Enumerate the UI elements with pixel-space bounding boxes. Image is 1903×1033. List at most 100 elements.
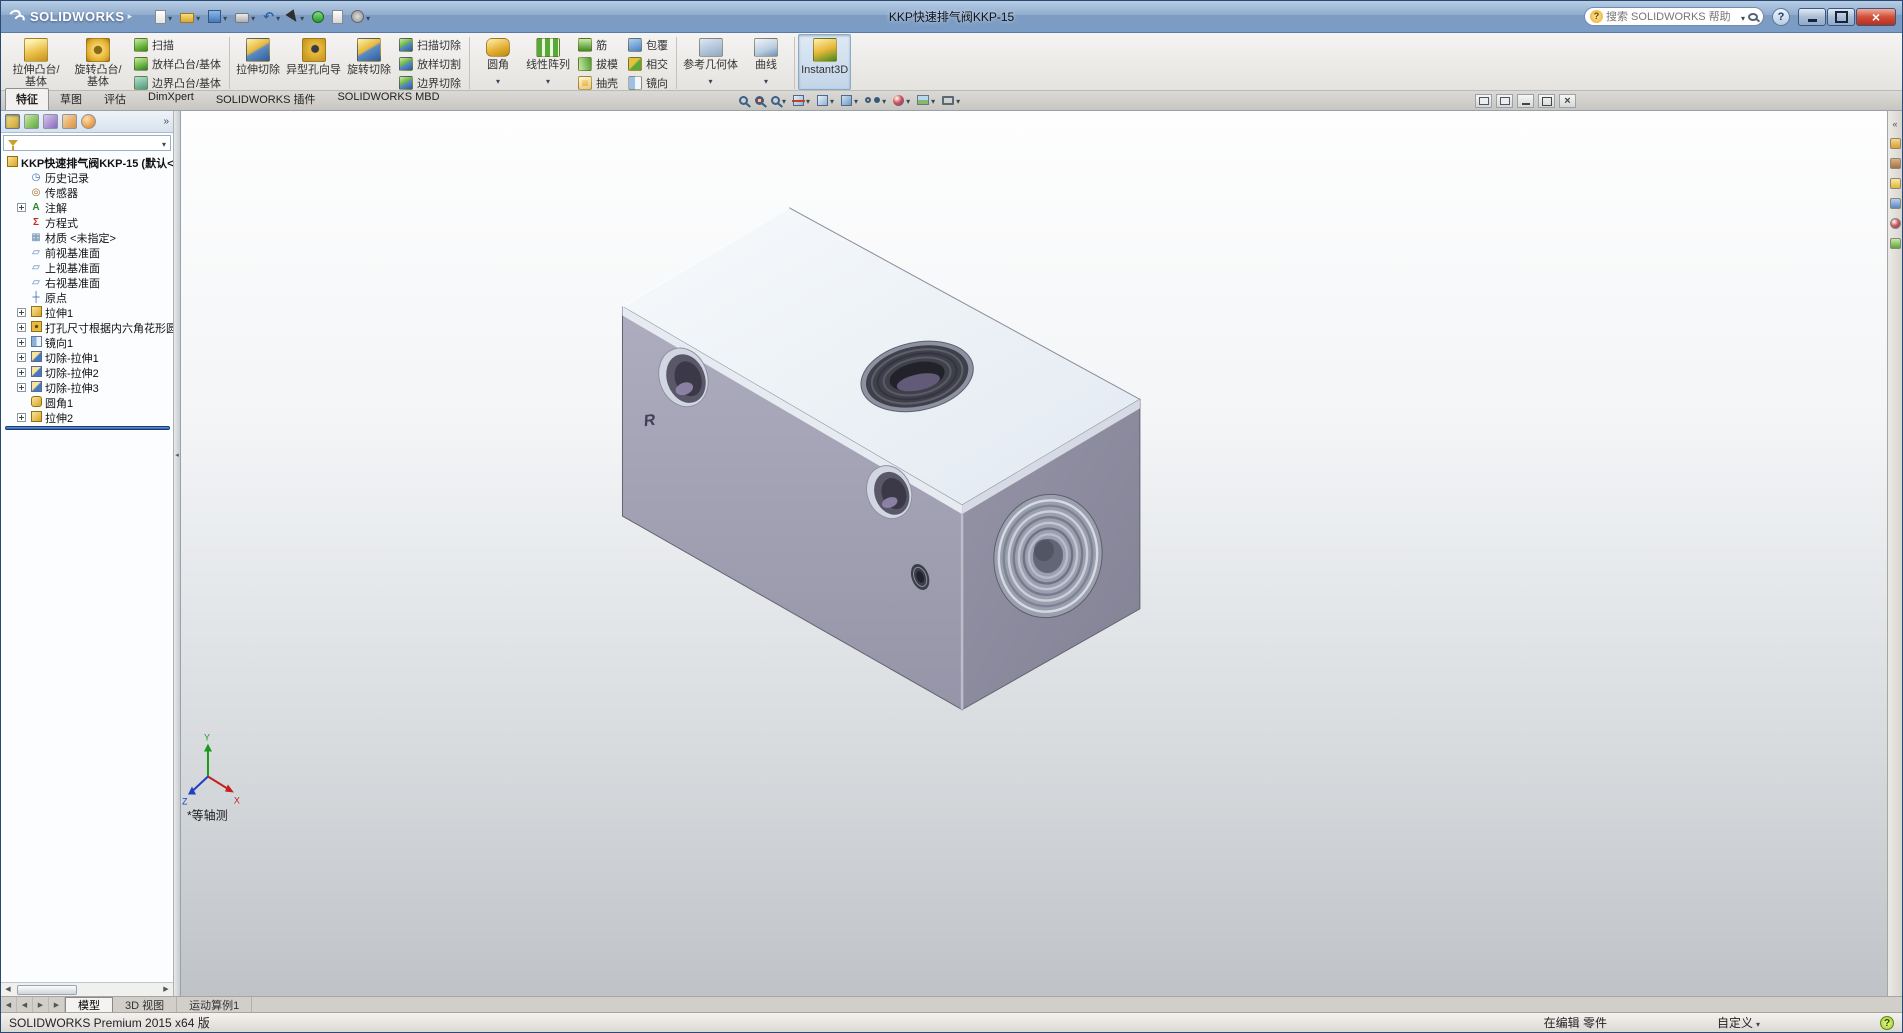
dropdown-arrow-icon[interactable] xyxy=(366,8,370,26)
solidworks-menu-logo[interactable]: SOLIDWORKS ▸ xyxy=(7,7,138,26)
linear-pattern-button[interactable]: 线性阵列 xyxy=(523,34,573,90)
view-orientation-button[interactable] xyxy=(817,91,834,109)
status-custom-selector[interactable]: 自定义 xyxy=(1717,1014,1760,1031)
appearances-icon[interactable] xyxy=(1890,218,1901,229)
tree-item[interactable]: 圆角1 xyxy=(3,395,173,410)
undo-button[interactable] xyxy=(260,6,283,28)
apply-scene-dropdown-arrow[interactable] xyxy=(931,91,935,109)
tree-item[interactable]: 前视基准面 xyxy=(3,245,173,260)
hide-show-items-button[interactable] xyxy=(865,91,886,109)
print-button[interactable] xyxy=(232,6,258,28)
dropdown-arrow-icon[interactable] xyxy=(764,71,768,89)
3d-model[interactable]: R xyxy=(622,208,1139,710)
rebuild-button[interactable] xyxy=(309,9,327,25)
apply-scene-button[interactable] xyxy=(917,91,935,109)
dropdown-arrow-icon[interactable] xyxy=(546,71,550,89)
next-window-button[interactable] xyxy=(1496,94,1513,108)
status-help-icon[interactable] xyxy=(1880,1016,1894,1030)
panel-tabs-overflow-icon[interactable] xyxy=(163,116,169,127)
bottom-tab[interactable]: 运动算例1 xyxy=(177,997,252,1012)
edit-appearance-button[interactable] xyxy=(893,91,910,109)
search-box[interactable] xyxy=(1584,7,1764,26)
help-button[interactable] xyxy=(1772,8,1790,26)
menu-expand-arrow-icon[interactable]: ▸ xyxy=(128,11,133,22)
loft-button[interactable]: 放样凸台/基体 xyxy=(129,55,226,73)
dropdown-arrow-icon[interactable] xyxy=(168,8,172,26)
tree-item[interactable]: 方程式 xyxy=(3,215,173,230)
revolved-cut-button[interactable]: 旋转切除 xyxy=(344,34,394,90)
zoom-fit-button[interactable] xyxy=(739,96,748,105)
extrude-boss-button[interactable]: 拉伸凸台/基体 xyxy=(5,34,67,90)
dimxpertmanager-tab[interactable] xyxy=(62,114,77,129)
scrollbar-thumb[interactable] xyxy=(17,985,77,995)
close-button[interactable] xyxy=(1856,8,1896,26)
configurationmanager-tab[interactable] xyxy=(43,114,58,129)
shell-button[interactable]: 抽壳 xyxy=(573,74,623,92)
dropdown-arrow-icon[interactable] xyxy=(223,8,227,26)
custom-properties-icon[interactable] xyxy=(1890,238,1901,249)
reference-geometry-button[interactable]: 参考几何体 xyxy=(680,34,741,90)
zoom-area-button[interactable] xyxy=(755,96,764,105)
feature-tree-root[interactable]: KKP快速排气阀KKP-15 (默认<<- xyxy=(3,155,173,170)
display-style-dropdown-arrow[interactable] xyxy=(854,91,858,109)
command-tab[interactable]: 草图 xyxy=(49,88,93,110)
view-settings-button[interactable] xyxy=(942,91,960,109)
options-button[interactable] xyxy=(348,6,373,28)
new-button[interactable] xyxy=(152,6,175,28)
fillet-button[interactable]: 圆角 xyxy=(473,34,523,90)
tree-item[interactable]: 拉伸1 xyxy=(3,305,173,320)
hole-wizard-button[interactable]: 异型孔向导 xyxy=(283,34,344,90)
file-properties-button[interactable] xyxy=(329,8,346,26)
command-tab[interactable]: 评估 xyxy=(93,88,137,110)
select-button[interactable] xyxy=(285,6,307,28)
resources-icon[interactable] xyxy=(1890,138,1901,149)
dropdown-arrow-icon[interactable] xyxy=(709,71,713,89)
graphics-viewport[interactable]: R Y X Z *等轴测 xyxy=(181,111,1887,996)
tree-item[interactable]: 拉伸2 xyxy=(3,410,173,425)
search-icon[interactable] xyxy=(1748,13,1758,21)
draft-button[interactable]: 拔模 xyxy=(573,55,623,73)
mirror-button[interactable]: 镜向 xyxy=(623,74,673,92)
sweep-button[interactable]: 扫描 xyxy=(129,36,226,54)
restore-document-button[interactable] xyxy=(1538,94,1555,108)
task-pane-expand-icon[interactable] xyxy=(1892,119,1897,129)
tab-scroll-prev-button[interactable] xyxy=(17,997,33,1012)
minimize-button[interactable] xyxy=(1798,8,1826,26)
edit-appearance-dropdown-arrow[interactable] xyxy=(906,91,910,109)
expand-toggle[interactable] xyxy=(17,383,26,392)
display-style-button[interactable] xyxy=(841,91,858,109)
command-tab[interactable]: SOLIDWORKS 插件 xyxy=(205,88,327,110)
previous-window-button[interactable] xyxy=(1475,94,1492,108)
bottom-tab[interactable]: 模型 xyxy=(65,997,113,1012)
section-view-dropdown-arrow[interactable] xyxy=(806,91,810,109)
orientation-triad[interactable]: Y X Z xyxy=(182,733,240,807)
wrap-button[interactable]: 包覆 xyxy=(623,36,673,54)
dropdown-arrow-icon[interactable] xyxy=(300,8,304,26)
graphics-area[interactable]: R Y X Z *等轴测 xyxy=(181,111,1887,996)
displaymanager-tab[interactable] xyxy=(81,114,96,129)
view-palette-icon[interactable] xyxy=(1890,198,1901,209)
search-dropdown-arrow[interactable] xyxy=(1741,8,1745,26)
tree-item[interactable]: 历史记录 xyxy=(3,170,173,185)
tree-item[interactable]: 传感器 xyxy=(3,185,173,200)
rollback-bar[interactable] xyxy=(5,426,170,430)
expand-toggle[interactable] xyxy=(17,203,26,212)
view-orientation-dropdown-arrow[interactable] xyxy=(830,91,834,109)
tab-scroll-first-button[interactable] xyxy=(1,997,17,1012)
panel-splitter[interactable] xyxy=(173,111,181,996)
scroll-left-arrow-icon[interactable] xyxy=(1,983,15,996)
intersect-button[interactable]: 相交 xyxy=(623,55,673,73)
dropdown-arrow-icon[interactable] xyxy=(251,8,255,26)
tree-horizontal-scrollbar[interactable] xyxy=(1,982,173,996)
tree-filter-bar[interactable] xyxy=(3,135,171,151)
expand-toggle[interactable] xyxy=(17,353,26,362)
open-button[interactable] xyxy=(177,6,203,28)
save-button[interactable] xyxy=(205,6,230,28)
expand-toggle[interactable] xyxy=(17,413,26,422)
tree-item[interactable]: 打孔尺寸根据内六角花形圆柱 xyxy=(3,320,173,335)
splitter-collapse-handle[interactable] xyxy=(174,451,180,459)
tab-scroll-next-button[interactable] xyxy=(33,997,49,1012)
dropdown-arrow-icon[interactable] xyxy=(276,8,280,26)
close-document-button[interactable] xyxy=(1559,94,1576,108)
maximize-button[interactable] xyxy=(1827,8,1855,26)
